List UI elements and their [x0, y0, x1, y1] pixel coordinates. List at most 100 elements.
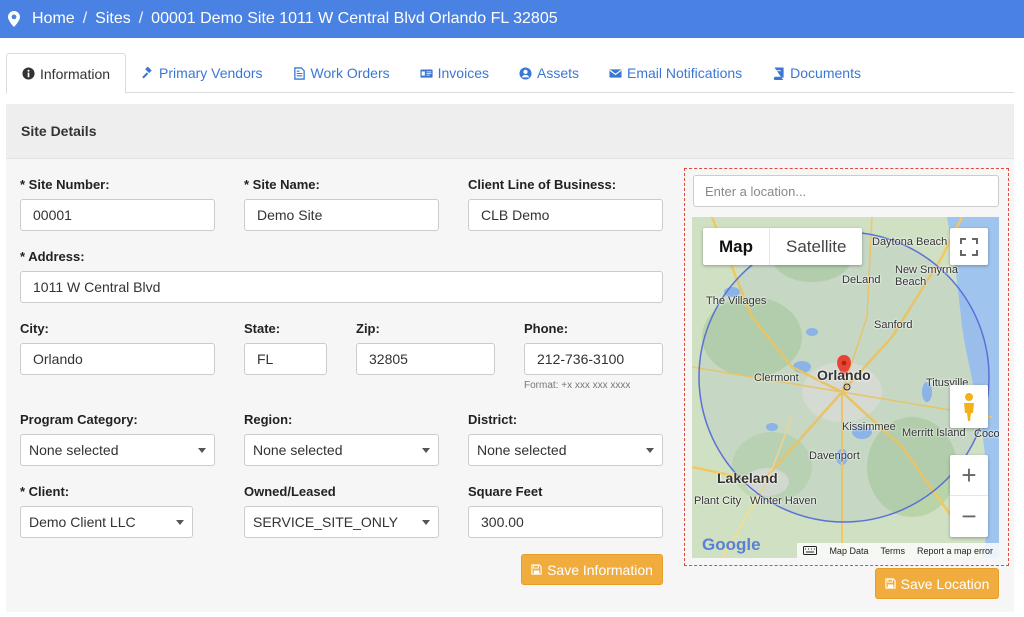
terms-link[interactable]: Terms	[874, 543, 911, 558]
tab-label: Assets	[536, 65, 579, 81]
book-icon	[774, 66, 784, 80]
zip-label: Zip:	[356, 321, 380, 336]
breadcrumb-sites[interactable]: Sites	[95, 10, 131, 28]
save-location-button[interactable]: Save Location	[875, 568, 999, 599]
breadcrumb-home[interactable]: Home	[32, 10, 75, 28]
google-map[interactable]: Daytona Beach New Smyrna Beach DeLand Th…	[692, 217, 999, 558]
breadcrumb: Home / Sites / 00001 Demo Site 1011 W Ce…	[0, 0, 1024, 38]
district-select[interactable]: None selected	[468, 434, 663, 466]
address-label: * Address:	[20, 249, 85, 264]
zoom-control: + −	[950, 455, 988, 537]
phone-label: Phone:	[524, 321, 569, 336]
client-line-of-business-input[interactable]: CLB Demo	[468, 199, 663, 231]
map-place-label: Davenport	[809, 450, 860, 462]
tab-label: Invoices	[437, 65, 489, 81]
caret-down-icon	[646, 448, 654, 453]
gavel-icon	[142, 66, 152, 78]
tab-assets[interactable]: Assets	[504, 53, 594, 93]
save-location-label: Save Location	[900, 575, 990, 592]
address-input[interactable]: 1011 W Central Blvd	[20, 271, 663, 303]
region-label: Region:	[244, 412, 293, 427]
tab-bar: Information Primary Vendors Work Orders …	[6, 53, 1014, 94]
city-label: City:	[20, 321, 49, 336]
panel-title: Site Details	[6, 104, 1014, 159]
user-circle-icon	[519, 66, 532, 80]
info-circle-icon	[22, 67, 35, 80]
map-place-label: Orlando	[817, 367, 871, 383]
map-place-label: Sanford	[874, 319, 913, 331]
file-text-icon	[293, 66, 305, 80]
map-place-label: DeLand	[842, 274, 881, 286]
zoom-out-button[interactable]: −	[950, 496, 988, 536]
fullscreen-icon	[960, 237, 978, 256]
owned-leased-label: Owned/Leased	[244, 484, 336, 499]
location-search-input[interactable]: Enter a location...	[693, 175, 999, 207]
client-select[interactable]: Demo Client LLC	[20, 506, 193, 538]
square-feet-input[interactable]: 300.00	[468, 506, 663, 538]
program-category-label: Program Category:	[20, 412, 138, 427]
map-place-label: Plant City	[694, 495, 742, 507]
caret-down-icon	[422, 520, 430, 525]
breadcrumb-separator: /	[138, 10, 144, 27]
id-card-icon	[420, 68, 433, 78]
keyboard-shortcuts-button[interactable]	[797, 543, 824, 558]
city-input[interactable]: Orlando	[20, 343, 215, 375]
tab-information[interactable]: Information	[6, 53, 127, 94]
phone-input[interactable]: 212-736-3100	[524, 343, 663, 375]
site-name-label: * Site Name:	[244, 177, 320, 192]
program-category-select[interactable]: None selected	[20, 434, 215, 466]
map-place-label: Daytona Beach	[872, 236, 948, 248]
program-category-value: None selected	[29, 442, 119, 458]
state-input[interactable]: FL	[244, 343, 327, 375]
state-label: State:	[244, 321, 281, 336]
street-view-pegman-button[interactable]	[950, 385, 988, 428]
tab-work-orders[interactable]: Work Orders	[278, 53, 405, 93]
zip-input[interactable]: 32805	[356, 343, 495, 375]
map-place-label: New Smyrna Beach	[895, 264, 958, 288]
owned-leased-select[interactable]: SERVICE_SITE_ONLY	[244, 506, 439, 538]
site-name-input[interactable]: Demo Site	[244, 199, 439, 231]
zoom-in-button[interactable]: +	[950, 456, 988, 496]
report-map-error-link[interactable]: Report a map error	[910, 543, 999, 558]
site-number-label: * Site Number:	[20, 177, 110, 192]
keyboard-icon	[803, 546, 818, 555]
client-label: * Client:	[20, 484, 70, 499]
tab-label: Information	[40, 65, 111, 82]
site-number-input[interactable]: 00001	[20, 199, 215, 231]
tab-label: Documents	[790, 65, 861, 81]
square-feet-label: Square Feet	[468, 484, 543, 499]
caret-down-icon	[422, 448, 430, 453]
breadcrumb-separator: /	[82, 10, 88, 27]
district-label: District:	[468, 412, 518, 427]
fullscreen-button[interactable]	[950, 228, 988, 265]
client-value: Demo Client LLC	[29, 514, 136, 530]
tab-invoices[interactable]: Invoices	[405, 53, 504, 93]
floppy-disk-icon	[884, 578, 896, 589]
tab-label: Primary Vendors	[159, 65, 263, 81]
pegman-icon	[964, 392, 974, 421]
envelope-icon	[609, 68, 622, 78]
tab-label: Work Orders	[310, 65, 390, 81]
tab-documents[interactable]: Documents	[757, 53, 876, 93]
map-data-link[interactable]: Map Data	[823, 543, 875, 558]
tab-primary-vendors[interactable]: Primary Vendors	[126, 53, 277, 93]
map-type-map-button[interactable]: Map	[703, 228, 770, 265]
region-value: None selected	[253, 442, 343, 458]
map-place-label: Kissimmee	[842, 421, 896, 433]
map-type-satellite-button[interactable]: Satellite	[770, 228, 862, 265]
map-place-label: Winter Haven	[750, 495, 817, 507]
map-place-label: Clermont	[754, 372, 799, 384]
region-select[interactable]: None selected	[244, 434, 439, 466]
map-place-label: Cocoa	[974, 428, 999, 440]
phone-format-hint: Format: +x xxx xxx xxxx	[524, 380, 631, 391]
tab-label: Email Notifications	[627, 65, 743, 81]
map-place-label: Merritt Island	[902, 427, 966, 439]
save-information-button[interactable]: Save Information	[521, 554, 663, 585]
map-marker-icon	[8, 11, 20, 27]
district-value: None selected	[477, 442, 567, 458]
breadcrumb-current: 00001 Demo Site 1011 W Central Blvd Orla…	[151, 10, 558, 27]
owned-leased-value: SERVICE_SITE_ONLY	[253, 514, 398, 530]
map-type-control: Map Satellite	[703, 228, 863, 265]
tab-email-notifications[interactable]: Email Notifications	[594, 53, 757, 93]
client-line-of-business-label: Client Line of Business:	[468, 177, 617, 192]
